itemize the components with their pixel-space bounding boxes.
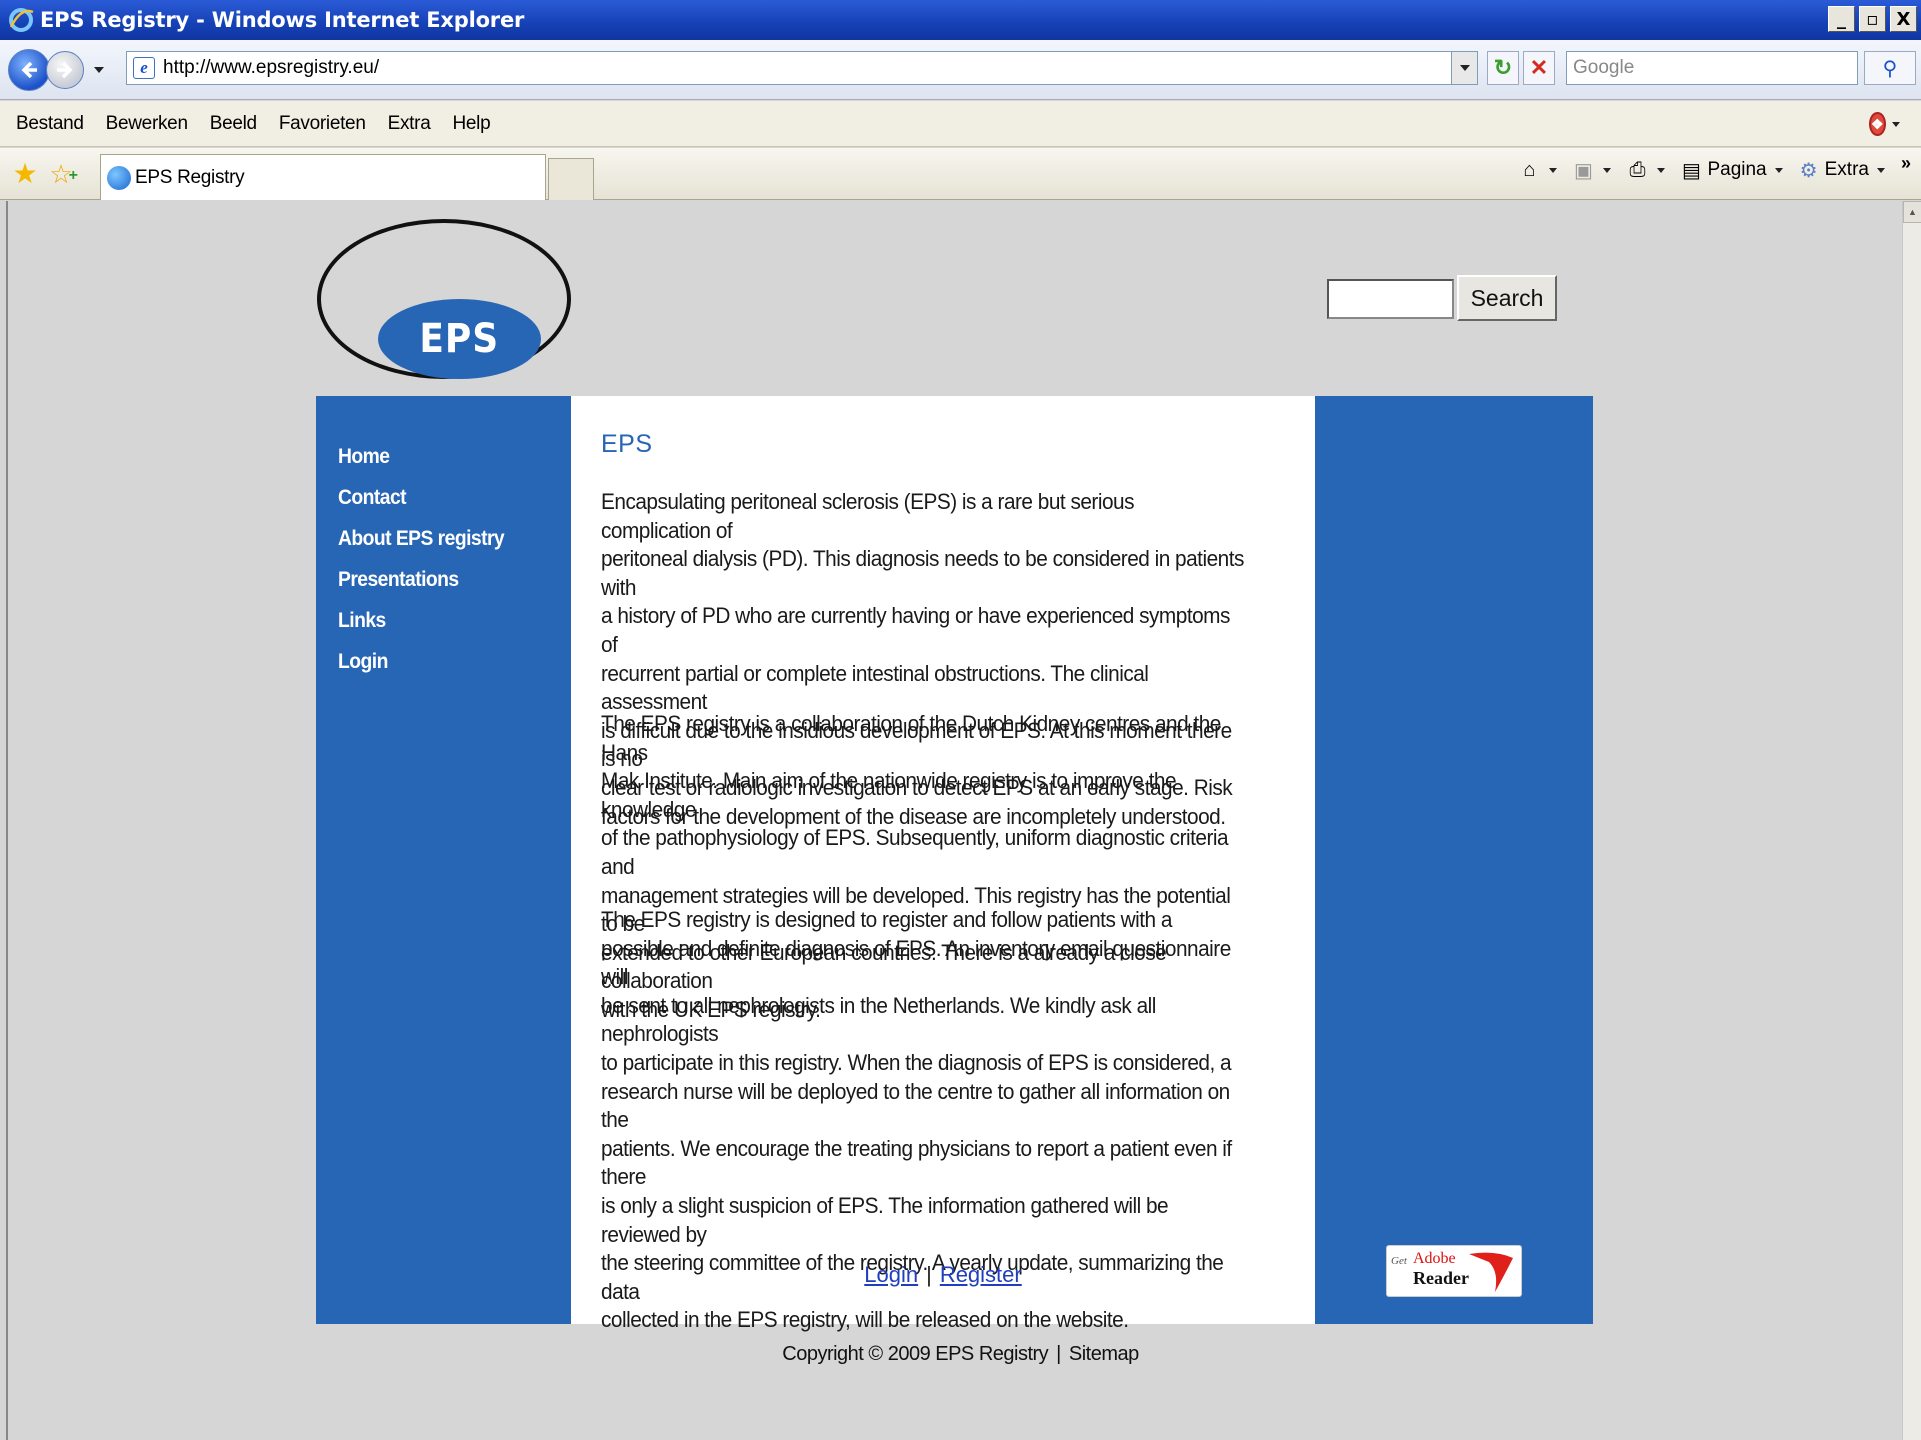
site-logo[interactable]: EPS (378, 299, 541, 379)
main-content: EPS Encapsulating peritoneal sclerosis (… (571, 396, 1315, 1332)
login-link[interactable]: Login (864, 1262, 918, 1287)
get-adobe-reader-badge[interactable]: Get Adobe Reader (1386, 1245, 1522, 1297)
favorites-star-icon[interactable]: ★ (10, 158, 40, 189)
logo-text: EPS (419, 316, 500, 362)
stop-icon: ✕ (1529, 55, 1549, 80)
tools-gear-icon: ⚙ (1799, 159, 1818, 182)
sitemap-link[interactable]: Sitemap (1069, 1343, 1139, 1365)
ie-logo-icon (9, 8, 34, 32)
chevron-down-icon (1891, 121, 1900, 127)
nav-about[interactable]: About EPS registry (338, 518, 505, 559)
add-favorite-icon[interactable]: ☆ + (46, 159, 78, 189)
minimize-button[interactable]: _ (1828, 6, 1855, 32)
back-button[interactable] (8, 48, 50, 91)
chevron-down-icon[interactable] (1657, 167, 1666, 173)
search-icon: ⚲ (1882, 57, 1898, 80)
menu-bewerken[interactable]: Bewerken (106, 113, 188, 135)
back-arrow-icon (21, 61, 37, 78)
adobe-reader-icon (1469, 1252, 1513, 1292)
page-menu-button[interactable]: ▤ Pagina (1679, 158, 1790, 182)
history-dropdown[interactable] (94, 66, 104, 73)
page-menu-icon: ▤ (1682, 159, 1701, 182)
tab-bar: ★ ☆ + EPS Registry ⌂ ▣ ⎙ ▤ Pagina ⚙ Extra » (0, 148, 1921, 200)
register-link[interactable]: Register (940, 1262, 1022, 1287)
vertical-scrollbar[interactable]: ▲ (1902, 201, 1921, 1440)
forward-arrow-icon (57, 61, 73, 78)
menu-bestand[interactable]: Bestand (16, 113, 84, 135)
adobe-text: Adobe (1413, 1250, 1456, 1267)
scroll-up-button[interactable]: ▲ (1903, 201, 1921, 223)
home-icon: ⌂ (1523, 158, 1536, 181)
chevron-down-icon (1774, 167, 1783, 173)
page-menu-label: Pagina (1707, 159, 1767, 180)
maximize-button[interactable]: ▫ (1859, 6, 1886, 32)
menu-extra[interactable]: Extra (388, 113, 431, 135)
tab-eps-registry[interactable]: EPS Registry (100, 154, 546, 200)
close-button[interactable]: X (1890, 6, 1917, 32)
translate-button[interactable]: ❖ (1869, 109, 1900, 139)
tab-label: EPS Registry (135, 166, 245, 188)
page-icon: e (133, 57, 155, 79)
chevron-down-icon (1459, 65, 1470, 71)
chevron-down-icon[interactable] (1603, 167, 1612, 173)
nav-presentations[interactable]: Presentations (338, 559, 504, 600)
link-separator: | (926, 1262, 932, 1287)
print-icon: ⎙ (1629, 158, 1646, 181)
print-button[interactable]: ⎙ (1625, 158, 1673, 182)
auth-links: Login | Register (571, 1262, 1315, 1288)
window-title: EPS Registry - Windows Internet Explorer (40, 8, 525, 32)
browser-search-input[interactable]: Google (1566, 51, 1858, 85)
page-title: EPS (601, 430, 653, 458)
address-toolbar: e http://www.epsregistry.eu/ ↻ ✕ Google … (0, 40, 1921, 100)
tools-menu-button[interactable]: ⚙ Extra (1797, 158, 1893, 182)
new-tab-button[interactable] (548, 158, 594, 200)
nav-login[interactable]: Login (338, 641, 504, 682)
reader-text: Reader (1413, 1268, 1469, 1288)
more-commands-icon[interactable]: » (1901, 153, 1911, 174)
address-dropdown[interactable] (1451, 52, 1477, 84)
site-search-button[interactable]: Search (1457, 275, 1557, 321)
window-titlebar: EPS Registry - Windows Internet Explorer… (0, 0, 1921, 40)
chevron-down-icon[interactable] (1549, 167, 1558, 173)
ie-page-icon (107, 165, 131, 190)
home-button[interactable]: ⌂ (1517, 158, 1565, 182)
menu-help[interactable]: Help (452, 113, 490, 135)
nav-contact[interactable]: Contact (338, 477, 504, 518)
menu-beeld[interactable]: Beeld (210, 113, 257, 135)
feeds-icon: ▣ (1574, 159, 1593, 182)
site-footer: Copyright © 2009 EPS Registry | Sitemap (0, 1343, 1921, 1366)
nav-links[interactable]: Links (338, 600, 504, 641)
tools-menu-label: Extra (1824, 159, 1869, 180)
address-url[interactable]: http://www.epsregistry.eu/ (163, 57, 379, 79)
feeds-button[interactable]: ▣ (1571, 158, 1619, 182)
site-search-input[interactable] (1327, 279, 1454, 319)
refresh-icon: ↻ (1493, 55, 1513, 80)
translate-icon: ❖ (1869, 112, 1886, 136)
refresh-button[interactable]: ↻ (1487, 51, 1519, 85)
address-field[interactable]: e http://www.epsregistry.eu/ (126, 51, 1478, 85)
site-navigation: Home Contact About EPS registry Presenta… (338, 436, 519, 682)
adobe-get-text: Get (1391, 1255, 1407, 1267)
right-sidebar (1315, 396, 1593, 1324)
chevron-down-icon (1876, 167, 1885, 173)
command-bar: ⌂ ▣ ⎙ ▤ Pagina ⚙ Extra » (1517, 153, 1911, 182)
copyright-text: Copyright © 2009 EPS Registry (782, 1343, 1049, 1365)
menu-bar: Bestand Bewerken Beeld Favorieten Extra … (0, 101, 1921, 147)
browser-search-button[interactable]: ⚲ (1864, 51, 1916, 85)
menu-favorieten[interactable]: Favorieten (279, 113, 366, 135)
footer-separator: | (1056, 1343, 1061, 1365)
forward-button[interactable] (46, 50, 84, 89)
nav-home[interactable]: Home (338, 436, 504, 477)
stop-button[interactable]: ✕ (1523, 51, 1555, 85)
